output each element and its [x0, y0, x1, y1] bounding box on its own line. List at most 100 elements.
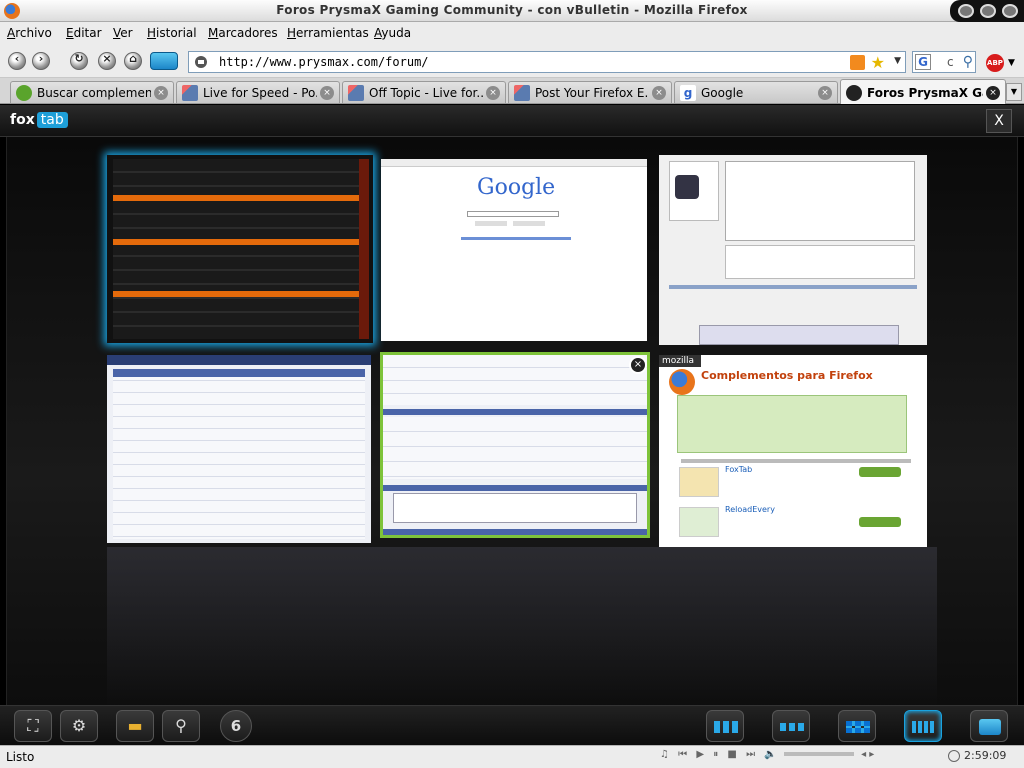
minimize-button[interactable]	[958, 4, 974, 18]
foxtab-header: fox tab X	[0, 105, 1024, 137]
menu-ver[interactable]: Ver	[113, 26, 133, 40]
menu-ayuda[interactable]: Ayuda	[374, 26, 411, 40]
stop-button[interactable]: ×	[98, 52, 116, 70]
tab-close-icon[interactable]: ×	[652, 86, 666, 100]
tab-list-dropdown[interactable]: ▼	[1006, 83, 1022, 101]
tab-close-icon[interactable]: ×	[154, 86, 168, 100]
foxtab-toolbar-button[interactable]	[150, 52, 178, 70]
rss-feed-icon[interactable]	[850, 55, 865, 70]
tab-google[interactable]: g Google ×	[674, 81, 838, 103]
url-text: http://www.prysmax.com/forum/	[219, 55, 429, 69]
search-text: c	[947, 55, 954, 69]
search-button[interactable]: ⚲	[162, 710, 200, 742]
volume-slider[interactable]	[783, 752, 854, 756]
url-bar[interactable]: http://www.prysmax.com/forum/ ★ ▼	[188, 51, 906, 73]
site-identity-icon[interactable]	[195, 56, 207, 68]
url-dropdown-icon[interactable]: ▼	[894, 56, 901, 66]
tab-label: Google	[701, 86, 744, 100]
foxtab-stage: Google × mozilla Complementos para Firef…	[6, 137, 1018, 707]
thumbnail-reflection	[107, 547, 937, 707]
thumbnail-lfs-forum[interactable]	[107, 355, 371, 543]
menu-marcadores[interactable]: Marcadores	[208, 26, 278, 40]
home-icon: ⌂	[129, 52, 137, 65]
view-row-button[interactable]	[772, 710, 810, 742]
menu-herramientas[interactable]: Herramientas	[287, 26, 369, 40]
close-window-button[interactable]	[1002, 4, 1018, 18]
menu-historial[interactable]: Historial	[147, 26, 197, 40]
google-engine-icon[interactable]: G	[915, 54, 931, 70]
stop-icon: ×	[102, 52, 112, 65]
tab-label: Foros PrysmaX Ga...	[867, 86, 983, 100]
music-icon[interactable]: ♫	[660, 749, 669, 760]
foxtab-overlay: fox tab X Google × mozilla Complementos …	[0, 105, 1024, 745]
navigation-toolbar: ‹ › ↻ × ⌂ http://www.prysmax.com/forum/ …	[0, 44, 1024, 78]
volume-icon[interactable]: 🔈	[764, 749, 776, 760]
volume-arrows-icon[interactable]: ◂ ▸	[861, 749, 874, 760]
tab-post-your-firefox[interactable]: Post Your Firefox E... ×	[508, 81, 672, 103]
next-icon[interactable]: ⏭	[746, 749, 755, 760]
thumbnail-forum-reply[interactable]	[659, 155, 927, 345]
tab-foros-prysmax[interactable]: Foros PrysmaX Ga... ×	[840, 79, 1006, 104]
tab-close-icon[interactable]: ×	[486, 86, 500, 100]
search-icon[interactable]: ⚲	[963, 54, 973, 70]
magnifier-icon: ⚲	[175, 716, 187, 735]
window-title: Foros PrysmaX Gaming Community - con vBu…	[276, 3, 748, 17]
google-favicon: g	[680, 85, 696, 101]
mozilla-label: mozilla	[659, 355, 701, 367]
thumbnail-mozilla-addons[interactable]: mozilla Complementos para Firefox FoxTab…	[659, 355, 927, 547]
home-button[interactable]: ⌂	[124, 52, 142, 70]
view-stack-button[interactable]	[970, 710, 1008, 742]
tab-label: Buscar complemen...	[37, 86, 151, 100]
tab-buscar-complementos[interactable]: Buscar complemen... ×	[10, 81, 174, 103]
menu-archivo[interactable]: Archivo	[7, 26, 52, 40]
grid-view-icon	[846, 721, 870, 733]
menu-editar[interactable]: Editar	[66, 26, 102, 40]
search-input[interactable]: G c ⚲	[912, 51, 976, 73]
tab-live-for-speed[interactable]: Live for Speed - Po... ×	[176, 81, 340, 103]
tab-off-topic[interactable]: Off Topic - Live for... ×	[342, 81, 506, 103]
tab-close-icon[interactable]: ×	[320, 86, 334, 100]
bookmark-star-icon[interactable]: ★	[871, 53, 885, 72]
window-controls	[950, 0, 1024, 22]
pause-icon[interactable]: ⏸	[713, 749, 718, 760]
settings-button[interactable]: ⚙	[60, 710, 98, 742]
reload-icon: ↻	[74, 52, 84, 65]
foxtab-toolbar: ⛶ ⚙ ▬ ⚲ 6	[0, 705, 1024, 745]
forum-favicon	[348, 85, 364, 101]
tab-label: Post Your Firefox E...	[535, 86, 649, 100]
foxtab-close-button[interactable]: X	[986, 109, 1012, 133]
play-icon[interactable]: ▶	[696, 749, 704, 760]
view-wall-button[interactable]	[904, 710, 942, 742]
view-carousel-button[interactable]	[706, 710, 744, 742]
adblock-dropdown-icon[interactable]: ▼	[1008, 58, 1015, 68]
view-grid-button[interactable]	[838, 710, 876, 742]
thumbnail-off-topic[interactable]	[383, 355, 647, 535]
thumbnail-prysmax-forum[interactable]	[107, 155, 373, 343]
folder-button[interactable]: ▬	[116, 710, 154, 742]
folder-icon: ▬	[127, 716, 143, 735]
gear-icon: ⚙	[71, 716, 87, 735]
clock: 2:59:09	[948, 749, 1018, 762]
forward-button[interactable]: ›	[32, 52, 50, 70]
tab-close-icon[interactable]: ×	[986, 86, 1000, 100]
status-bar: Listo ♫ ⏮ ▶ ⏸ ■ ⏭ 🔈 ◂ ▸ 2:59:09	[0, 745, 1024, 768]
carousel-icon	[714, 721, 738, 733]
stack-view-icon	[979, 719, 1001, 735]
forum-favicon	[182, 85, 198, 101]
thumbnail-close-icon[interactable]: ×	[629, 356, 647, 374]
adblock-plus-icon[interactable]: ABP	[986, 54, 1004, 72]
stop-media-icon[interactable]: ■	[727, 749, 736, 760]
reload-button[interactable]: ↻	[70, 52, 88, 70]
fullscreen-button[interactable]: ⛶	[14, 710, 52, 742]
back-button[interactable]: ‹	[8, 52, 26, 70]
addon-foxtab-label: FoxTab	[725, 465, 753, 474]
wall-view-icon	[912, 721, 936, 733]
addon-puzzle-icon	[16, 85, 32, 101]
previous-icon[interactable]: ⏮	[678, 749, 687, 760]
back-arrow-icon: ‹	[14, 52, 20, 65]
tab-close-icon[interactable]: ×	[818, 86, 832, 100]
tab-count-badge: 6	[220, 710, 252, 742]
fullscreen-icon: ⛶	[27, 716, 39, 735]
thumbnail-google[interactable]: Google	[381, 159, 647, 341]
maximize-button[interactable]	[980, 4, 996, 18]
